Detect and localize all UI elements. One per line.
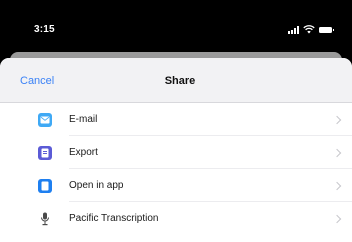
status-time: 3:15 [34, 24, 55, 35]
export-icon [38, 145, 52, 160]
wifi-icon [303, 25, 315, 34]
mail-icon [38, 112, 52, 127]
share-options-list: E-mail Export Open in app Pacific Transc… [0, 103, 352, 235]
share-option-label: Pacific Transcription [69, 213, 159, 224]
status-icons [288, 25, 334, 34]
status-bar: 3:15 [0, 0, 352, 46]
share-option-export[interactable]: Export [0, 136, 352, 169]
chevron-right-icon [332, 115, 342, 124]
share-option-label: Open in app [69, 180, 124, 191]
chevron-right-icon [332, 181, 342, 190]
battery-icon [319, 27, 334, 33]
share-option-open-in-app[interactable]: Open in app [0, 169, 352, 202]
page-title: Share [164, 75, 196, 87]
chevron-right-icon [332, 214, 342, 223]
share-sheet: Cancel Share E-mail Export Open in app P… [0, 58, 352, 242]
share-screen: 3:15 Cancel Share E-mail Export Open in … [0, 0, 352, 242]
cellular-signal-icon [288, 26, 299, 34]
share-option-email[interactable]: E-mail [0, 103, 352, 136]
nav-bar: Cancel Share [0, 58, 352, 103]
open-in-app-icon [38, 178, 52, 193]
microphone-icon [38, 212, 52, 226]
chevron-right-icon [332, 148, 342, 157]
share-option-label: Export [69, 147, 98, 158]
share-option-label: E-mail [69, 114, 98, 125]
share-option-pacific-transcription[interactable]: Pacific Transcription [0, 202, 352, 235]
